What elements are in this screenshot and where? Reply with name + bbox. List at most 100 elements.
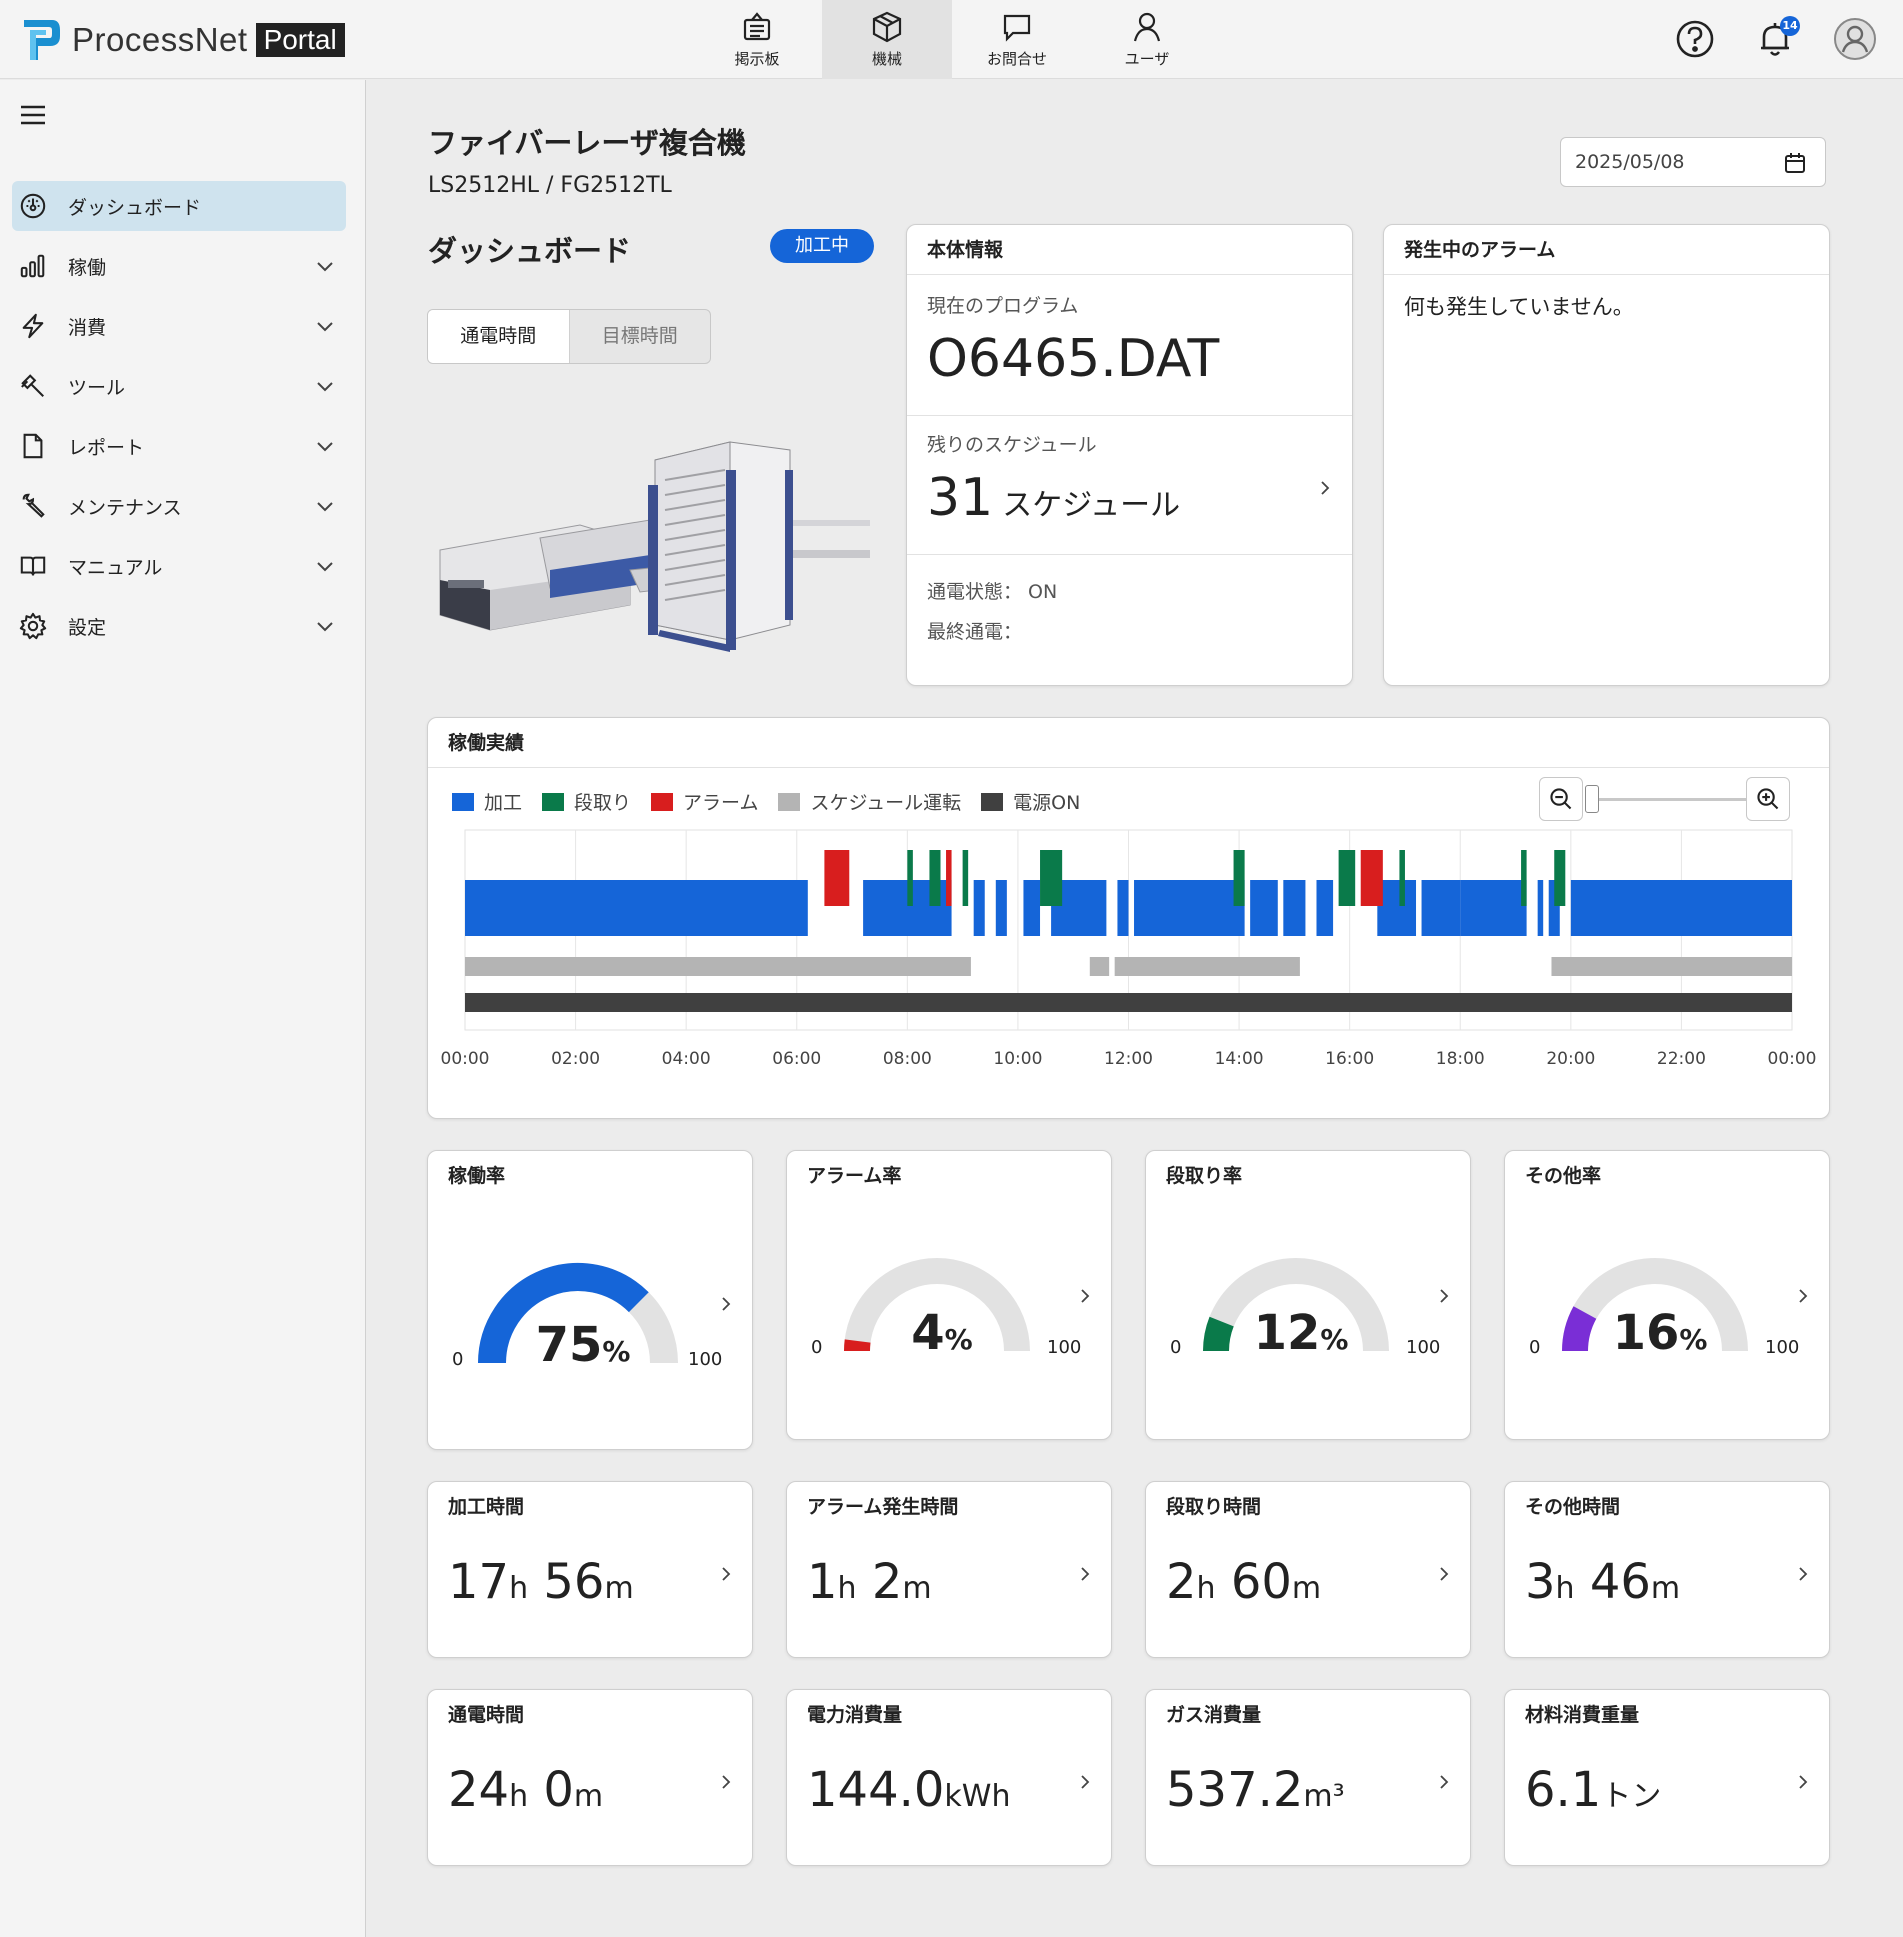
hours-unit: h — [509, 1571, 529, 1606]
segment-target-time[interactable]: 目標時間 — [570, 310, 711, 363]
setup-segment — [962, 850, 969, 906]
alarm-segment — [946, 850, 952, 906]
logo[interactable]: ProcessNet Portal — [22, 18, 345, 62]
hours-value: 3 — [1525, 1554, 1556, 1610]
gauge-value: 75 — [535, 1317, 603, 1373]
chevron-down-icon — [317, 562, 333, 572]
tick-label: 16:00 — [1325, 1049, 1374, 1069]
sidebar-item-report[interactable]: レポート — [12, 421, 346, 471]
sidebar-item-manual[interactable]: マニュアル — [12, 541, 346, 591]
bar-chart-icon — [20, 254, 45, 278]
chevron-right-icon — [722, 1775, 731, 1789]
operation-rate-card[interactable]: 稼働率 0 100 75% — [427, 1150, 753, 1450]
sidebar-item-maintenance[interactable]: メンテナンス — [12, 481, 346, 531]
hammer-icon — [21, 374, 44, 397]
sidebar-item-consumption[interactable]: 消費 — [12, 301, 346, 351]
processing-time-card[interactable]: 加工時間 17h 56m — [427, 1481, 753, 1658]
card-title: 発生中のアラーム — [1384, 225, 1829, 275]
chevron-down-icon — [317, 322, 333, 332]
dashboard-gauge-icon — [20, 193, 46, 219]
material-weight-card[interactable]: 材料消費重量 6.1トン — [1504, 1689, 1830, 1866]
gauge-value: 4 — [911, 1305, 945, 1361]
processing-segment — [973, 880, 985, 936]
other-rate-card[interactable]: その他率 0 100 16% — [1504, 1150, 1830, 1440]
tick-label: 14:00 — [1215, 1049, 1264, 1069]
machine-info-card: 本体情報 現在のプログラム O6465.DAT 残りのスケジュール 31 スケジ… — [906, 224, 1353, 686]
alarm-rate-card[interactable]: アラーム率 0 100 4% — [786, 1150, 1112, 1440]
hours-unit: h — [1555, 1571, 1575, 1606]
sidebar-item-operation[interactable]: 稼働 — [12, 241, 346, 291]
alarm-time-card[interactable]: アラーム発生時間 1h 2m — [786, 1481, 1112, 1658]
chevron-right-icon — [722, 1567, 731, 1581]
schedule-label: 残りのスケジュール — [927, 434, 1097, 456]
power-consumption-card[interactable]: 電力消費量 144.0kWh — [786, 1689, 1112, 1866]
gauge-unit: % — [602, 1335, 631, 1368]
help-button[interactable] — [1672, 16, 1718, 62]
avatar-icon — [1834, 18, 1876, 60]
chevron-right-icon — [1081, 1567, 1090, 1581]
legend-swatch — [542, 792, 565, 811]
zoom-in-icon — [1757, 788, 1779, 810]
processing-segment — [995, 880, 1007, 936]
zoom-in-button[interactable] — [1746, 777, 1790, 821]
processing-segment — [1460, 880, 1527, 936]
zoom-slider-track[interactable] — [1599, 798, 1746, 801]
card-title: 段取り時間 — [1166, 1496, 1262, 1518]
minutes-unit: m — [902, 1571, 932, 1606]
gas-consumption-card[interactable]: ガス消費量 537.2m³ — [1145, 1689, 1471, 1866]
processing-segment — [1316, 880, 1334, 936]
gauge-min: 0 — [811, 1337, 823, 1358]
hamburger-menu-icon[interactable] — [20, 104, 46, 126]
sidebar-item-dashboard[interactable]: ダッシュボード — [12, 181, 346, 231]
card-title: 電力消費量 — [807, 1704, 903, 1726]
tick-label: 18:00 — [1436, 1049, 1485, 1069]
gauge-unit: % — [1679, 1323, 1708, 1356]
other-time-card[interactable]: その他時間 3h 46m — [1504, 1481, 1830, 1658]
zoom-slider-handle[interactable] — [1585, 785, 1599, 813]
machine-box-icon — [872, 11, 902, 43]
topnav-bulletin[interactable]: 掲示板 — [692, 0, 822, 79]
date-picker[interactable]: 2025/05/08 — [1560, 137, 1826, 187]
machine-illustration — [439, 441, 870, 652]
hours-unit: h — [837, 1571, 857, 1606]
setup-segment — [1233, 850, 1245, 906]
topnav-machine[interactable]: 機械 — [822, 0, 952, 79]
notifications-button[interactable]: 14 — [1752, 16, 1800, 62]
processing-segment — [1570, 880, 1792, 936]
minutes-value: 56 — [543, 1554, 605, 1610]
tick-label: 04:00 — [662, 1049, 711, 1069]
calendar-icon — [1785, 153, 1805, 173]
setup-time-card[interactable]: 段取り時間 2h 60m — [1145, 1481, 1471, 1658]
sidebar: ダッシュボード 稼働 消費 ツール レポート メンテナンス マニュアル 設定 — [0, 80, 366, 1937]
legend-item: スケジュール運転 — [778, 788, 961, 815]
avatar[interactable] — [1832, 16, 1878, 62]
power-on-time-card[interactable]: 通電時間 24h 0m — [427, 1689, 753, 1866]
metric-value: 144.0 — [807, 1762, 945, 1818]
schedule-row[interactable]: 残りのスケジュール 31 スケジュール — [907, 416, 1352, 554]
topnav-inquiry[interactable]: お問合せ — [952, 0, 1082, 79]
legend-swatch — [778, 792, 801, 811]
chevron-right-icon — [1799, 1775, 1808, 1789]
gear-icon — [19, 612, 47, 640]
help-icon — [1676, 20, 1714, 58]
zoom-out-button[interactable] — [1539, 777, 1583, 821]
sidebar-item-settings[interactable]: 設定 — [12, 601, 346, 651]
topnav-user[interactable]: ユーザ — [1082, 0, 1212, 79]
segment-power-time[interactable]: 通電時間 — [428, 310, 570, 363]
chat-bubble-icon — [1003, 14, 1031, 42]
hours-value: 2 — [1166, 1554, 1197, 1610]
processing-segment — [1023, 880, 1041, 936]
processing-segment — [1377, 880, 1417, 936]
gauge-min: 0 — [452, 1349, 464, 1370]
sidebar-item-tools[interactable]: ツール — [12, 361, 346, 411]
top-bar: ProcessNet Portal 掲示板 機械 お問合せ ユーザ 14 — [0, 0, 1903, 79]
processnet-logo-icon — [24, 20, 60, 60]
status-badge: 加工中 — [770, 229, 874, 263]
hours-value: 24 — [448, 1762, 510, 1818]
timeline-legend: 加工 段取り アラーム スケジュール運転 電源ON — [452, 788, 1100, 815]
setup-rate-card[interactable]: 段取り率 0 100 12% — [1145, 1150, 1471, 1440]
setup-segment — [1521, 850, 1527, 906]
chevron-right-icon — [1321, 481, 1330, 495]
gauge-min: 0 — [1529, 1337, 1541, 1358]
metric-unit: m³ — [1303, 1779, 1345, 1814]
